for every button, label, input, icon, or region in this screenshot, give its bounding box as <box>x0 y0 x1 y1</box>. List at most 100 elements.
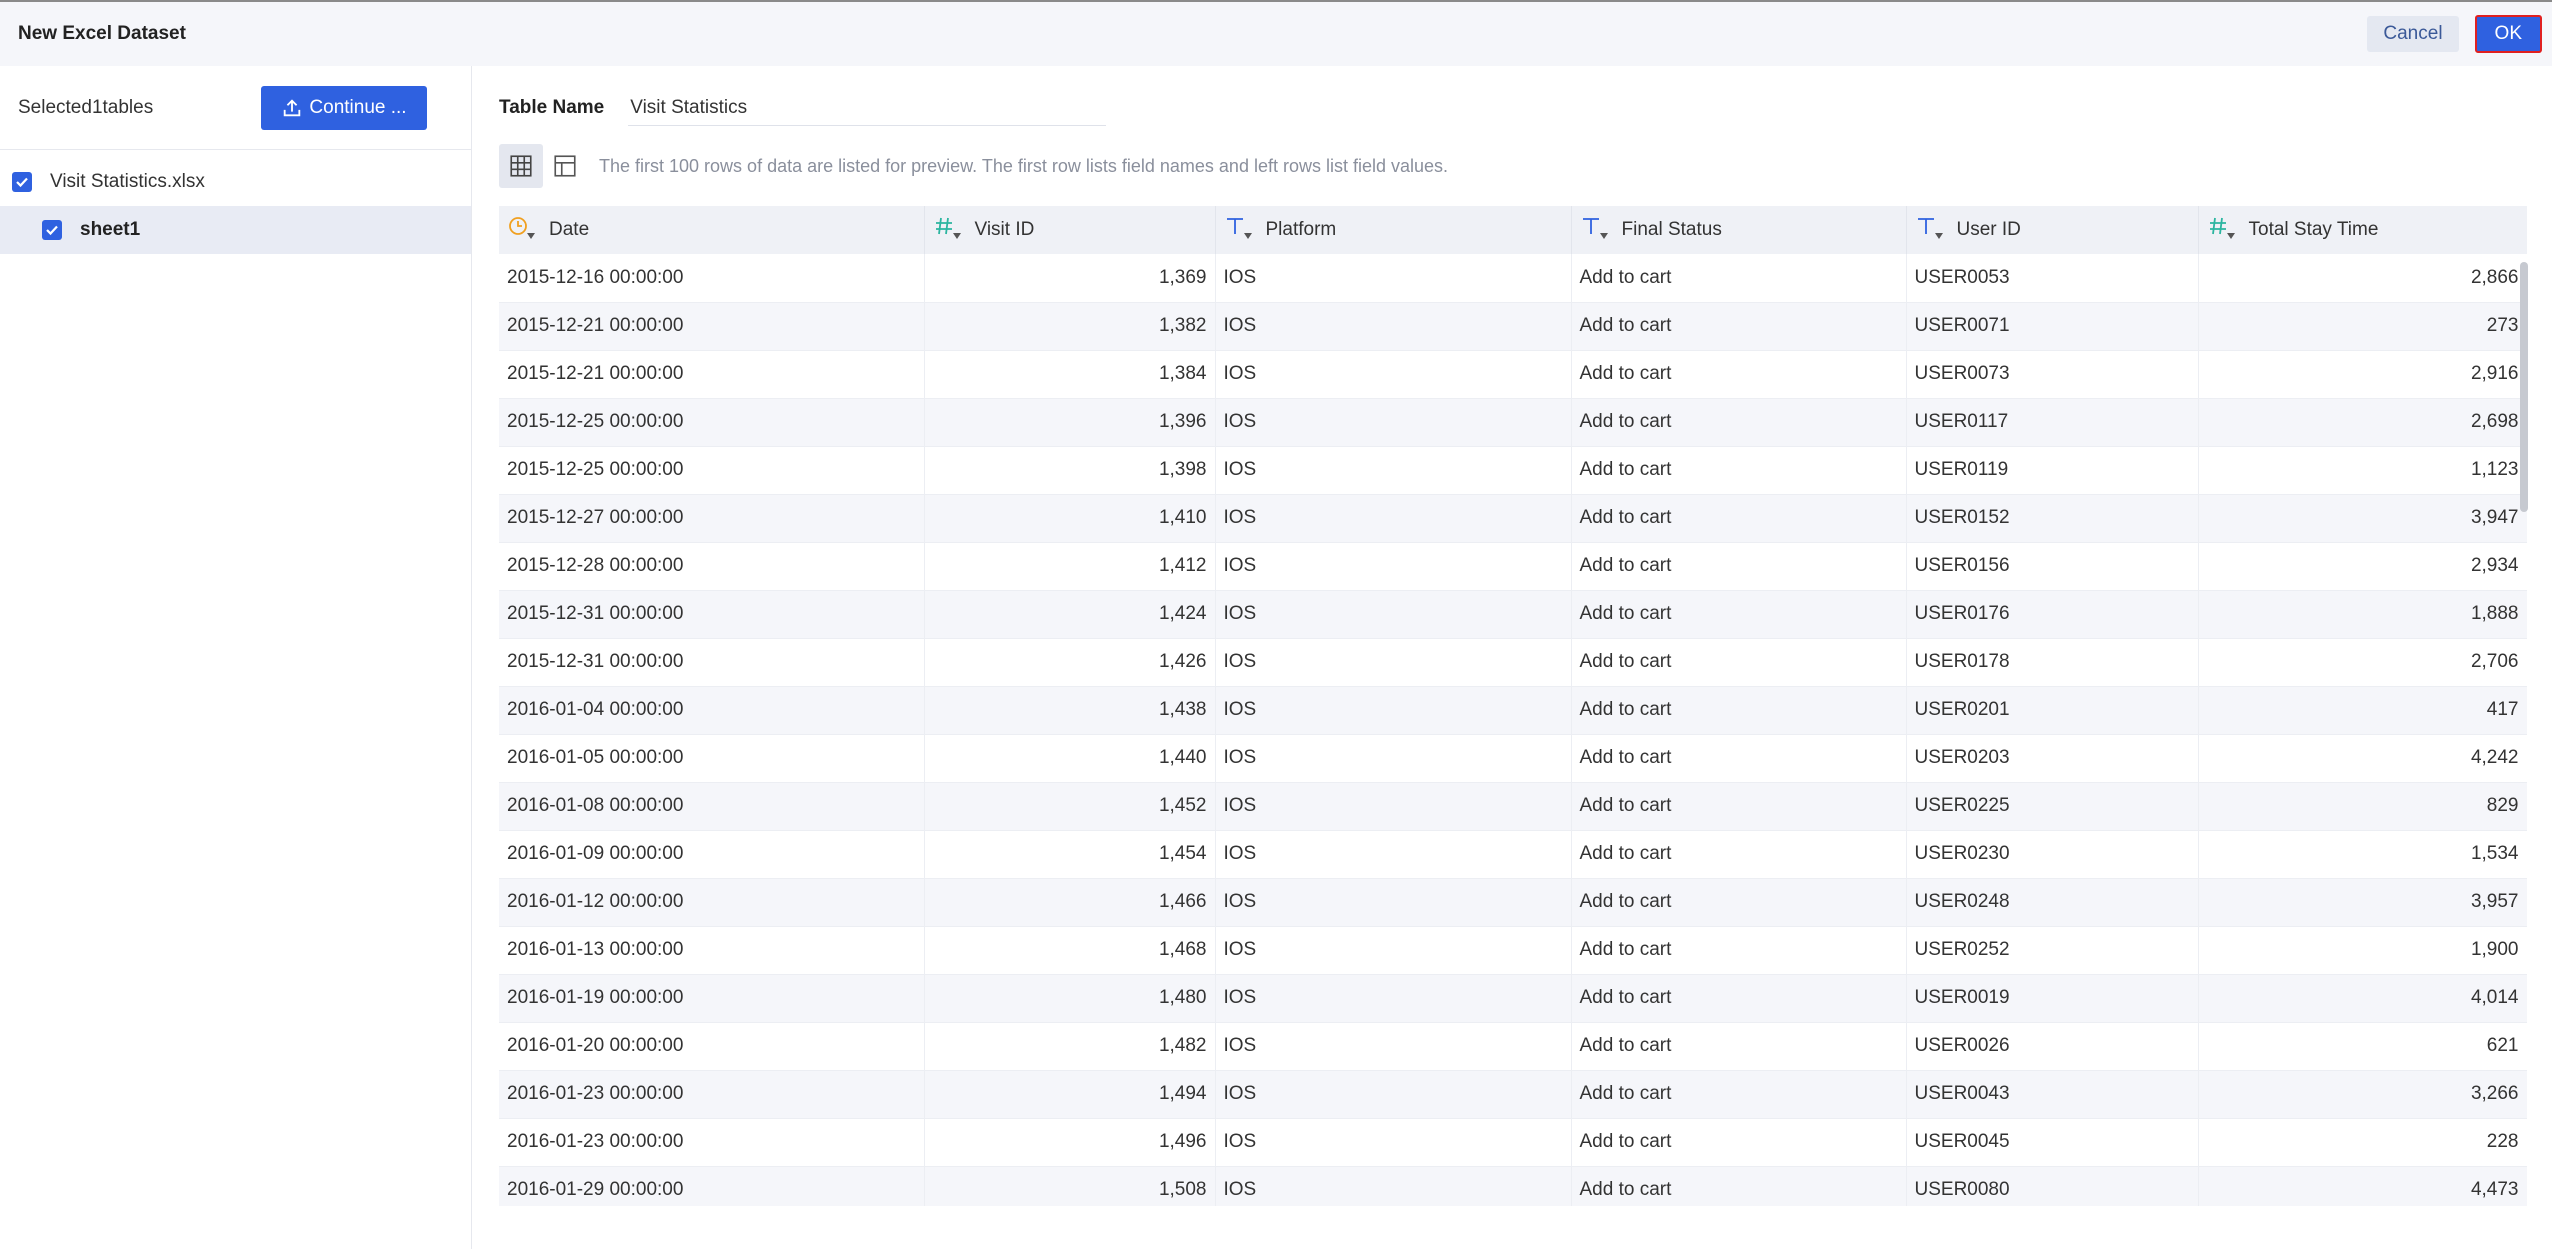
caret-down-icon <box>2226 233 2235 239</box>
table-cell: IOS <box>1215 734 1572 783</box>
column-header-user-id[interactable]: User ID <box>1906 206 2199 254</box>
table-row: 2016-01-29 00:00:00 1,508 IOS Add to cart US… <box>499 1166 2527 1206</box>
table-cell: IOS <box>1215 1118 1572 1167</box>
table-row: 2016-01-05 00:00:00 1,440 IOS Add to cart US… <box>499 734 2527 783</box>
file-item[interactable]: Visit Statistics.xlsx <box>0 158 471 206</box>
sheet-name: sheet1 <box>80 219 141 240</box>
table-name-label: Table Name <box>499 97 605 118</box>
table-cell: USER0053 <box>1906 254 2199 303</box>
table-cell: Add to cart <box>1571 590 1907 639</box>
table-scrollbar[interactable] <box>2520 262 2528 512</box>
column-header-total-stay-time[interactable]: Total Stay Time <box>2198 206 2527 254</box>
grid-view-button[interactable] <box>499 144 543 188</box>
check-icon <box>46 225 58 236</box>
continue-button[interactable]: Continue ... <box>261 85 427 130</box>
dialog-title: New Excel Dataset <box>18 23 186 44</box>
table-cell: Add to cart <box>1571 638 1907 687</box>
file-checkbox[interactable] <box>12 172 32 192</box>
column-header-visit-id[interactable]: Visit ID <box>924 206 1216 254</box>
table-cell: USER0071 <box>1906 302 2199 351</box>
table-cell: 2,706 <box>2198 638 2527 687</box>
table-cell: 1,496 <box>924 1118 1216 1167</box>
table-cell: 2016-01-23 00:00:00 <box>499 1118 925 1167</box>
table-cell: 2,698 <box>2198 398 2527 447</box>
table-cell: 2,916 <box>2198 350 2527 399</box>
table-cell: Add to cart <box>1571 1118 1907 1167</box>
table-cell: USER0156 <box>1906 542 2199 591</box>
sheet-item[interactable]: sheet1 <box>0 206 471 254</box>
layout-view-button[interactable] <box>543 144 587 188</box>
table-cell: USER0019 <box>1906 974 2199 1023</box>
table-row: 2016-01-08 00:00:00 1,452 IOS Add to cart US… <box>499 782 2527 831</box>
ok-button[interactable]: OK <box>2474 15 2542 53</box>
preview-table-container[interactable]: Date Visit ID Platform Final Status User ID T… <box>499 206 2527 1206</box>
table-cell: 1,412 <box>924 542 1216 591</box>
table-cell: 2016-01-09 00:00:00 <box>499 830 925 879</box>
table-cell: IOS <box>1215 1070 1572 1119</box>
table-cell: 1,888 <box>2198 590 2527 639</box>
table-row: 2015-12-16 00:00:00 1,369 IOS Add to cart US… <box>499 254 2527 303</box>
table-cell: 2,866 <box>2198 254 2527 303</box>
text-icon[interactable] <box>1580 215 1608 245</box>
table-cell: 2016-01-13 00:00:00 <box>499 926 925 975</box>
check-icon <box>16 177 28 188</box>
table-cell: 2,934 <box>2198 542 2527 591</box>
table-row: 2015-12-27 00:00:00 1,410 IOS Add to cart US… <box>499 494 2527 543</box>
table-cell: USER0252 <box>1906 926 2199 975</box>
table-cell: Add to cart <box>1571 974 1907 1023</box>
table-cell: IOS <box>1215 926 1572 975</box>
grid-icon <box>510 155 532 177</box>
column-header-date[interactable]: Date <box>499 206 925 254</box>
column-header-final-status[interactable]: Final Status <box>1571 206 1907 254</box>
table-cell: 3,266 <box>2198 1070 2527 1119</box>
table-cell: Add to cart <box>1571 398 1907 447</box>
table-cell: Add to cart <box>1571 494 1907 543</box>
table-cell: IOS <box>1215 542 1572 591</box>
column-label: User ID <box>1956 219 2021 240</box>
table-row: 2016-01-13 00:00:00 1,468 IOS Add to cart US… <box>499 926 2527 975</box>
table-cell: IOS <box>1215 254 1572 303</box>
table-cell: 2016-01-29 00:00:00 <box>499 1166 925 1206</box>
view-toggle-row: The first 100 rows of data are listed fo… <box>499 144 1448 188</box>
table-cell: 3,947 <box>2198 494 2527 543</box>
table-cell: Add to cart <box>1571 1022 1907 1071</box>
text-icon[interactable] <box>1915 215 1943 245</box>
table-cell: 1,398 <box>924 446 1216 495</box>
number-icon[interactable] <box>2207 215 2235 245</box>
main-panel: Table Name The first 100 rows of data ar… <box>473 66 2552 1249</box>
table-cell: IOS <box>1215 590 1572 639</box>
column-label: Final Status <box>1621 219 1722 240</box>
column-header-platform[interactable]: Platform <box>1215 206 1572 254</box>
table-cell: 2015-12-31 00:00:00 <box>499 590 925 639</box>
table-cell: 2016-01-05 00:00:00 <box>499 734 925 783</box>
caret-down-icon <box>1243 233 1252 239</box>
table-cell: 2015-12-28 00:00:00 <box>499 542 925 591</box>
table-cell: 1,426 <box>924 638 1216 687</box>
table-cell: USER0073 <box>1906 350 2199 399</box>
table-cell: 2015-12-31 00:00:00 <box>499 638 925 687</box>
table-cell: 2016-01-04 00:00:00 <box>499 686 925 735</box>
table-row: 2015-12-28 00:00:00 1,412 IOS Add to cart US… <box>499 542 2527 591</box>
preview-table: Date Visit ID Platform Final Status User ID T… <box>499 206 2527 1206</box>
selected-count: Selected1tables <box>18 96 154 118</box>
table-cell: Add to cart <box>1571 926 1907 975</box>
table-cell: IOS <box>1215 974 1572 1023</box>
table-name-input[interactable] <box>628 90 1107 126</box>
table-row: 2015-12-25 00:00:00 1,396 IOS Add to cart US… <box>499 398 2527 447</box>
date-icon[interactable] <box>507 215 535 245</box>
number-icon[interactable] <box>933 215 961 245</box>
table-body: 2015-12-16 00:00:00 1,369 IOS Add to cart US… <box>499 254 2527 1206</box>
column-label: Platform <box>1265 219 1337 240</box>
dialog: New Excel Dataset Cancel OK Selected1tab… <box>0 0 2552 1249</box>
table-cell: USER0152 <box>1906 494 2199 543</box>
table-cell: IOS <box>1215 446 1572 495</box>
table-cell: IOS <box>1215 686 1572 735</box>
cancel-button[interactable]: Cancel <box>2367 16 2459 52</box>
table-cell: 2016-01-19 00:00:00 <box>499 974 925 1023</box>
column-label: Visit ID <box>974 219 1035 240</box>
sheet-checkbox[interactable] <box>42 220 62 240</box>
sidebar: Selected1tables Continue ... Visit Stati… <box>0 66 472 1249</box>
column-header-inner: Total Stay Time <box>2207 215 2519 245</box>
text-icon[interactable] <box>1224 215 1252 245</box>
table-row: 2016-01-12 00:00:00 1,466 IOS Add to cart US… <box>499 878 2527 927</box>
